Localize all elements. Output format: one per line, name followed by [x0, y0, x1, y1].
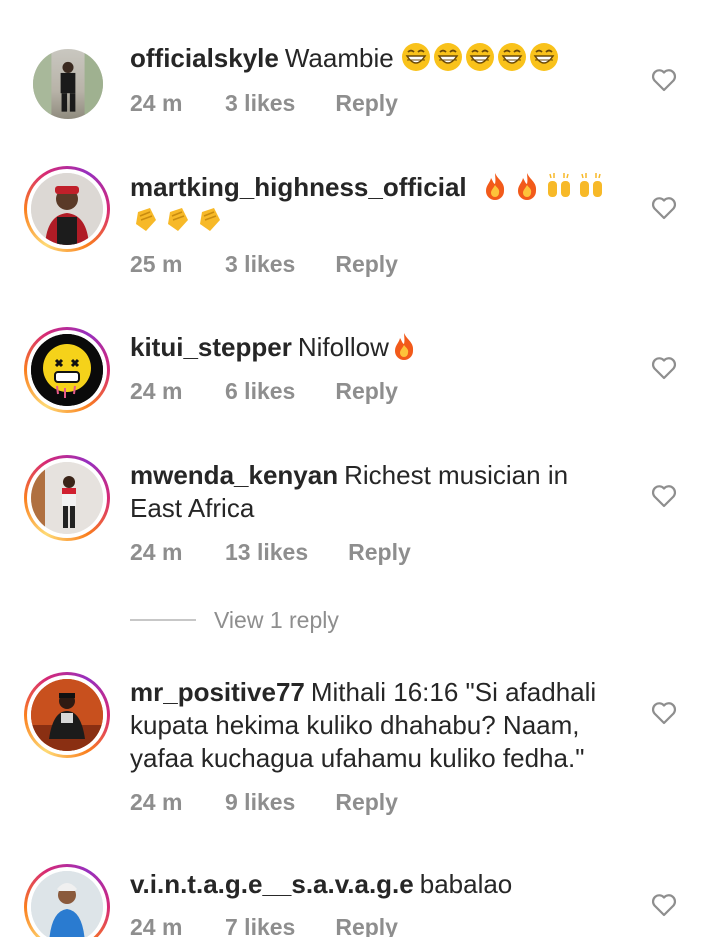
comment-body: officialskyle Waambie: [130, 42, 630, 75]
fire-icon: [512, 172, 544, 202]
heart-icon[interactable]: [651, 356, 677, 380]
comment-likes[interactable]: 3 likes: [225, 251, 295, 278]
reply-button[interactable]: Reply: [348, 539, 411, 566]
avatar[interactable]: [24, 166, 110, 252]
raising-hands-icon: [576, 172, 608, 202]
comment-username[interactable]: v.i.n.t.a.g.e__s.a.v.a.g.e: [130, 869, 414, 899]
reply-button[interactable]: Reply: [335, 914, 398, 937]
avatar[interactable]: [24, 672, 110, 758]
comment-username[interactable]: martking_highness_official: [130, 172, 467, 202]
comment-body: mr_positive77 Mithali 16:16 "Si afadhali …: [130, 676, 630, 775]
comment-meta: 24 m 6 likes Reply: [130, 378, 398, 405]
comments-list: officialskyleWaambie 24 m 3 likes Reply: [0, 0, 720, 937]
comment-time: 24 m: [130, 378, 183, 404]
comment-time: 24 m: [130, 539, 183, 565]
reply-divider: [130, 619, 196, 621]
comment-meta: 24 m 13 likes Reply: [130, 539, 411, 566]
comment-body: v.i.n.t.a.g.e__s.a.v.a.g.e babalao: [130, 868, 630, 901]
comment-time: 24 m: [130, 914, 183, 937]
clapping-hands-icon: [194, 205, 226, 235]
avatar[interactable]: [24, 864, 110, 937]
comment-meta: 24 m 3 likes Reply: [130, 90, 398, 117]
comment-username[interactable]: mwenda_kenyan: [130, 460, 338, 490]
comment-likes[interactable]: 9 likes: [225, 789, 295, 816]
comment-text: Waambie: [284, 43, 394, 73]
comment-body: mwenda_kenyan Richest musician in East Af…: [130, 459, 610, 525]
fire-icon: [389, 332, 421, 362]
comment-time: 25 m: [130, 251, 183, 277]
comment-meta: 25 m 3 likes Reply: [130, 251, 398, 278]
comment-likes[interactable]: 6 likes: [225, 378, 295, 405]
comment-body: martking_highness_official: [130, 171, 630, 237]
heart-icon[interactable]: [651, 893, 677, 917]
view-replies-button[interactable]: View 1 reply: [130, 605, 339, 635]
reply-button[interactable]: Reply: [335, 251, 398, 278]
heart-icon[interactable]: [651, 701, 677, 725]
comment-text: babalao: [419, 869, 513, 899]
reply-button[interactable]: Reply: [335, 90, 398, 117]
comment-likes[interactable]: 13 likes: [225, 539, 308, 566]
clapping-hands-icon: [130, 205, 162, 235]
heart-icon[interactable]: [651, 196, 677, 220]
reply-button[interactable]: Reply: [335, 789, 398, 816]
raising-hands-icon: [544, 172, 576, 202]
comment-username[interactable]: kitui_stepper: [130, 332, 292, 362]
comment-username[interactable]: mr_positive77: [130, 677, 305, 707]
heart-icon[interactable]: [651, 484, 677, 508]
comment-text: Nifollow: [297, 332, 389, 362]
comment-likes[interactable]: 7 likes: [225, 914, 295, 937]
comment-likes[interactable]: 3 likes: [225, 90, 295, 117]
heart-icon[interactable]: [651, 68, 677, 92]
avatar[interactable]: [30, 46, 106, 122]
avatar[interactable]: [24, 327, 110, 413]
view-replies-label: View 1 reply: [214, 606, 339, 633]
grinning-face-icon: [401, 43, 561, 73]
comment-meta: 24 m 9 likes Reply: [130, 789, 398, 816]
comment-time: 24 m: [130, 90, 183, 116]
reply-button[interactable]: Reply: [335, 378, 398, 405]
comment-username[interactable]: officialskyle: [130, 43, 279, 73]
comment-time: 24 m: [130, 789, 183, 815]
comment-body: kitui_stepper Nifollow: [130, 331, 630, 364]
comment-meta: 24 m 7 likes Reply: [130, 914, 398, 937]
avatar[interactable]: [24, 455, 110, 541]
fire-icon: [480, 172, 512, 202]
clapping-hands-icon: [162, 205, 194, 235]
